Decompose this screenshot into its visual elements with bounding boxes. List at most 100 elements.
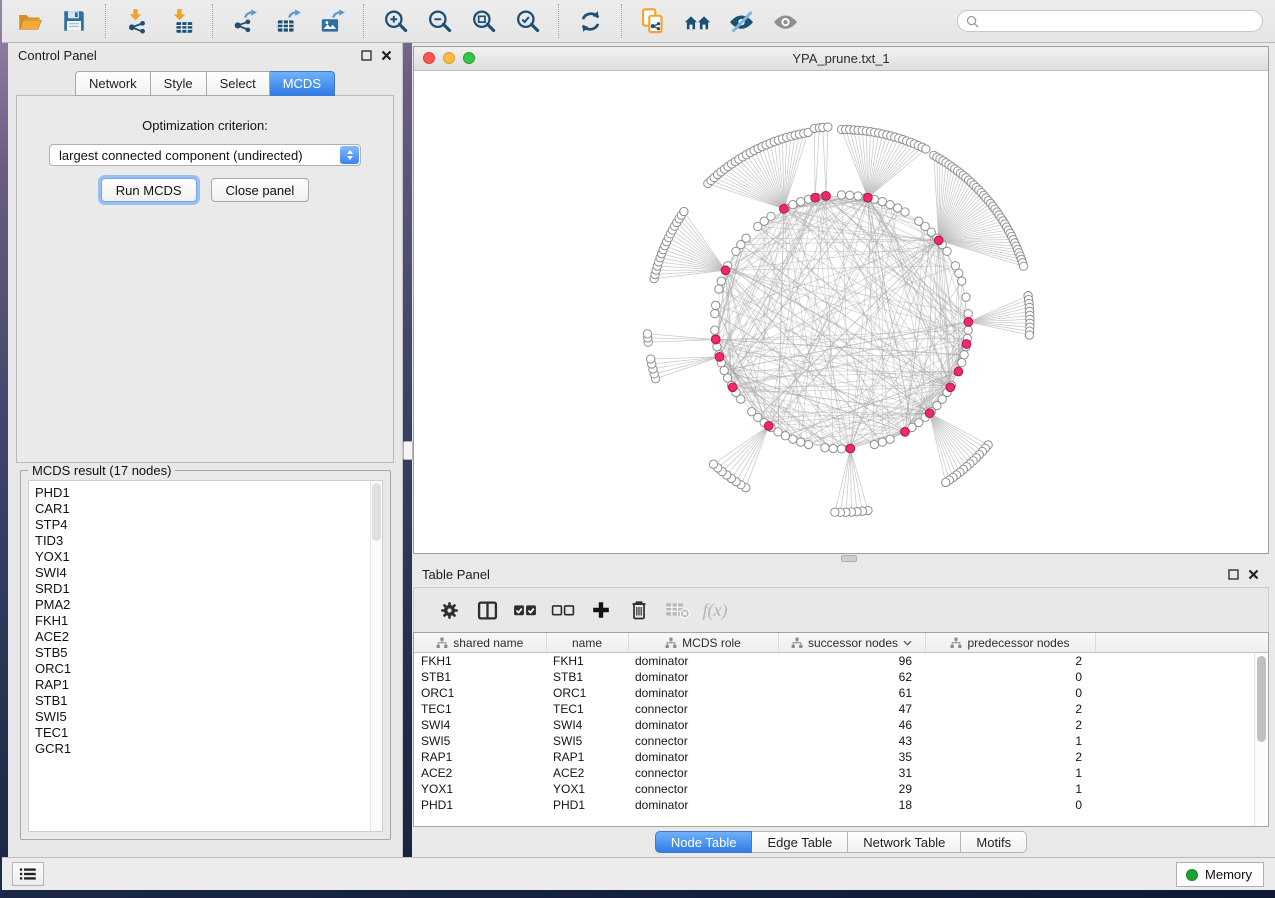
- mcds-list-scrollbar-thumb[interactable]: [372, 483, 381, 541]
- cell-successor_nodes[interactable]: 29: [778, 781, 925, 797]
- cell-predecessor_nodes[interactable]: 0: [925, 669, 1095, 685]
- zoom-selected-button[interactable]: [511, 5, 543, 37]
- open-file-button[interactable]: [14, 5, 46, 37]
- column-layout-button[interactable]: [468, 595, 506, 625]
- horizontal-splitter[interactable]: [413, 554, 1269, 561]
- cell-name[interactable]: SWI4: [546, 717, 628, 733]
- mcds-result-item[interactable]: ACE2: [35, 629, 382, 645]
- table-row[interactable]: ORC1ORC1dominator610: [414, 685, 1268, 701]
- table-scrollbar[interactable]: [1254, 653, 1268, 826]
- mcds-result-item[interactable]: TID3: [35, 533, 382, 549]
- mcds-result-item[interactable]: TEC1: [35, 725, 382, 741]
- mcds-result-item[interactable]: PMA2: [35, 597, 382, 613]
- cell-shared_name[interactable]: SWI4: [414, 717, 546, 733]
- cell-name[interactable]: RAP1: [546, 749, 628, 765]
- cell-mcds_role[interactable]: dominator: [628, 685, 778, 701]
- refresh-view-button[interactable]: [574, 5, 606, 37]
- mcds-result-item[interactable]: FKH1: [35, 613, 382, 629]
- cell-predecessor_nodes[interactable]: 2: [925, 749, 1095, 765]
- window-zoom-button[interactable]: [463, 52, 475, 64]
- tab-network[interactable]: Network: [75, 71, 151, 96]
- tab-node-table[interactable]: Node Table: [655, 831, 753, 853]
- cell-mcds_role[interactable]: connector: [628, 701, 778, 717]
- mcds-result-listbox[interactable]: PHD1CAR1STP4TID3YOX1SWI4SRD1PMA2FKH1ACE2…: [28, 480, 383, 832]
- table-row[interactable]: FKH1FKH1dominator962: [414, 653, 1268, 670]
- optimization-criterion-select[interactable]: largest connected component (undirected): [49, 144, 361, 166]
- tab-mcds[interactable]: MCDS: [270, 71, 335, 96]
- first-neighbors-button[interactable]: [681, 5, 713, 37]
- export-network-button[interactable]: [228, 5, 260, 37]
- network-canvas[interactable]: [414, 71, 1268, 553]
- select-all-rows-button[interactable]: [506, 595, 544, 625]
- window-close-button[interactable]: [423, 52, 435, 64]
- mcds-result-item[interactable]: STP4: [35, 517, 382, 533]
- column-header-name[interactable]: name: [546, 633, 628, 653]
- cell-name[interactable]: SWI5: [546, 733, 628, 749]
- mcds-result-item[interactable]: YOX1: [35, 549, 382, 565]
- table-row[interactable]: STB1STB1dominator620: [414, 669, 1268, 685]
- function-builder-button[interactable]: f(x): [696, 595, 734, 625]
- cell-mcds_role[interactable]: connector: [628, 781, 778, 797]
- cell-shared_name[interactable]: PHD1: [414, 797, 546, 813]
- mcds-result-item[interactable]: GCR1: [35, 741, 382, 757]
- table-row[interactable]: TEC1TEC1connector472: [414, 701, 1268, 717]
- float-table-panel-button[interactable]: [1228, 569, 1239, 580]
- import-table-button[interactable]: [165, 5, 197, 37]
- cell-mcds_role[interactable]: dominator: [628, 749, 778, 765]
- task-history-button[interactable]: [12, 862, 44, 886]
- window-minimize-button[interactable]: [443, 52, 455, 64]
- cell-mcds_role[interactable]: dominator: [628, 717, 778, 733]
- mcds-result-item[interactable]: SWI4: [35, 565, 382, 581]
- horizontal-splitter-handle[interactable]: [841, 555, 857, 562]
- network-graph[interactable]: [414, 71, 1268, 553]
- zoom-fit-button[interactable]: [467, 5, 499, 37]
- column-settings-button[interactable]: [430, 595, 468, 625]
- cell-predecessor_nodes[interactable]: 2: [925, 701, 1095, 717]
- column-header-MCDS-role[interactable]: MCDS role: [628, 633, 778, 653]
- cell-successor_nodes[interactable]: 96: [778, 653, 925, 670]
- show-all-button[interactable]: [769, 5, 801, 37]
- cell-shared_name[interactable]: STB1: [414, 669, 546, 685]
- import-network-button[interactable]: [121, 5, 153, 37]
- cell-predecessor_nodes[interactable]: 0: [925, 797, 1095, 813]
- cell-successor_nodes[interactable]: 43: [778, 733, 925, 749]
- cell-shared_name[interactable]: ORC1: [414, 685, 546, 701]
- export-table-button[interactable]: [272, 5, 304, 37]
- zoom-out-button[interactable]: [423, 5, 455, 37]
- cell-successor_nodes[interactable]: 61: [778, 685, 925, 701]
- column-header-shared-name[interactable]: shared name: [414, 633, 546, 653]
- run-mcds-button[interactable]: Run MCDS: [101, 178, 197, 202]
- hide-selected-button[interactable]: [725, 5, 757, 37]
- add-row-button[interactable]: [582, 595, 620, 625]
- cell-shared_name[interactable]: ACE2: [414, 765, 546, 781]
- cell-mcds_role[interactable]: connector: [628, 733, 778, 749]
- table-row[interactable]: RAP1RAP1dominator352: [414, 749, 1268, 765]
- table-row[interactable]: SWI5SWI5connector431: [414, 733, 1268, 749]
- close-panel-button[interactable]: [381, 50, 392, 61]
- mcds-result-item[interactable]: RAP1: [35, 677, 382, 693]
- tab-edge-table[interactable]: Edge Table: [752, 831, 848, 853]
- cell-name[interactable]: YOX1: [546, 781, 628, 797]
- tab-select[interactable]: Select: [207, 71, 270, 96]
- cell-predecessor_nodes[interactable]: 1: [925, 781, 1095, 797]
- close-panel-button-2[interactable]: Close panel: [211, 178, 310, 202]
- search-input[interactable]: [985, 13, 1254, 30]
- cell-name[interactable]: ACE2: [546, 765, 628, 781]
- mcds-result-item[interactable]: CAR1: [35, 501, 382, 517]
- cell-successor_nodes[interactable]: 35: [778, 749, 925, 765]
- table-row[interactable]: ACE2ACE2connector311: [414, 765, 1268, 781]
- cell-mcds_role[interactable]: connector: [628, 765, 778, 781]
- cell-name[interactable]: FKH1: [546, 653, 628, 670]
- column-header-predecessor-nodes[interactable]: predecessor nodes: [925, 633, 1095, 653]
- cell-shared_name[interactable]: RAP1: [414, 749, 546, 765]
- mcds-result-item[interactable]: STB5: [35, 645, 382, 661]
- cell-predecessor_nodes[interactable]: 0: [925, 685, 1095, 701]
- cell-shared_name[interactable]: FKH1: [414, 653, 546, 670]
- tab-motifs[interactable]: Motifs: [961, 831, 1027, 853]
- cell-mcds_role[interactable]: dominator: [628, 669, 778, 685]
- memory-button[interactable]: Memory: [1176, 862, 1264, 887]
- mcds-list-scrollbar[interactable]: [370, 481, 382, 831]
- mcds-result-item[interactable]: SRD1: [35, 581, 382, 597]
- export-image-button[interactable]: [316, 5, 348, 37]
- float-panel-button[interactable]: [361, 50, 372, 61]
